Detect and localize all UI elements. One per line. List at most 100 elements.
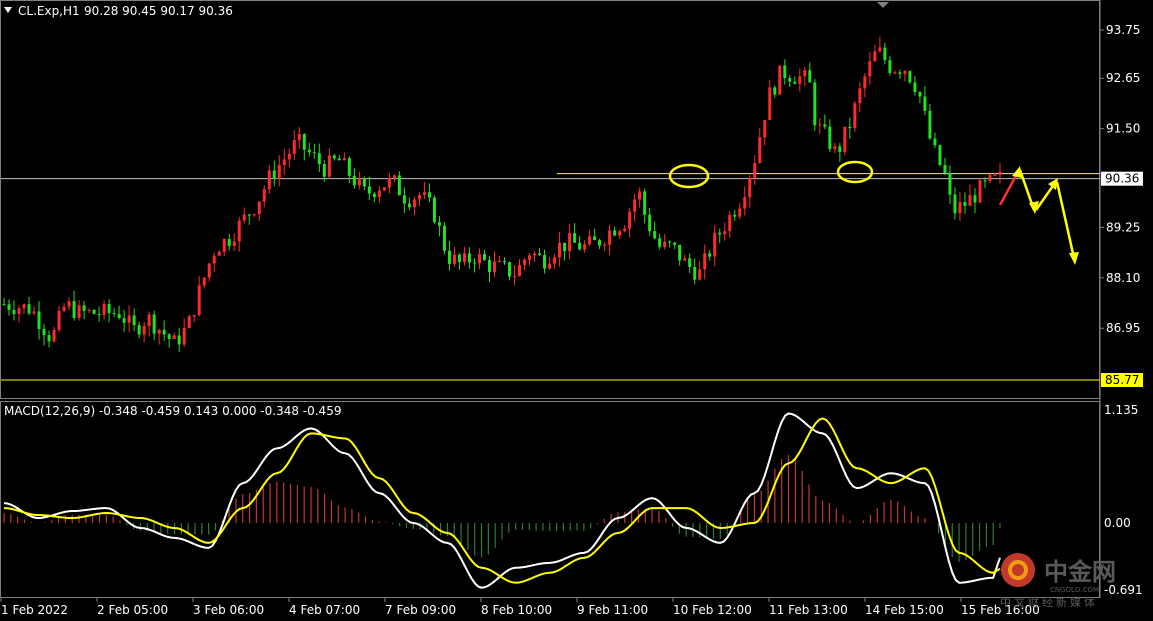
candle (693, 258, 697, 285)
candle (117, 305, 121, 320)
time-tick-label: 4 Feb 07:00 (289, 603, 360, 617)
candle (553, 253, 557, 269)
candle (973, 188, 977, 214)
candle (287, 148, 291, 168)
candle (833, 142, 837, 154)
current-price-tag: 90.36 (1101, 171, 1143, 186)
candle (848, 117, 852, 139)
candle (783, 59, 787, 85)
candle (237, 216, 241, 252)
candle (618, 229, 622, 240)
candle (417, 192, 421, 207)
candle (62, 303, 66, 313)
candle (357, 171, 361, 190)
candle (613, 226, 617, 237)
candle (788, 75, 792, 87)
candle (252, 213, 256, 218)
candle (623, 224, 627, 233)
candle (247, 213, 251, 225)
candle (988, 174, 992, 184)
candle (633, 193, 637, 222)
candle (227, 233, 231, 251)
candle (407, 197, 411, 211)
candle (122, 309, 126, 333)
candle (953, 187, 957, 220)
annotation-circle-1 (668, 163, 710, 189)
candle (87, 308, 91, 314)
candle (868, 52, 872, 85)
candle (397, 171, 401, 196)
time-tick-label: 2 Feb 05:00 (97, 603, 168, 617)
candle (718, 228, 722, 244)
candle (92, 308, 96, 315)
candle (563, 242, 567, 261)
candle (938, 144, 942, 167)
candle (447, 240, 451, 271)
candle (7, 299, 11, 316)
candle (963, 192, 967, 214)
candle (608, 224, 612, 255)
candle (472, 258, 476, 273)
time-tick-label: 14 Feb 15:00 (865, 603, 944, 617)
candle (177, 327, 181, 353)
candle (242, 207, 246, 224)
candle (137, 321, 141, 339)
candle (372, 191, 376, 203)
candle (768, 80, 772, 121)
candle (172, 332, 176, 340)
candle (763, 119, 767, 146)
candle (402, 187, 406, 213)
candle (422, 181, 426, 200)
price-tick-label: 89.25 (1106, 220, 1140, 234)
watermark: 中金网 CNGOLD.COM 中文财经新媒体 (1000, 553, 1116, 609)
candle (197, 276, 201, 317)
candle (42, 324, 46, 346)
time-tick-label: 3 Feb 06:00 (193, 603, 264, 617)
candle (588, 229, 592, 246)
candle (377, 186, 381, 203)
time-tick-label: 8 Feb 10:00 (481, 603, 552, 617)
candle (663, 233, 667, 250)
candle (703, 244, 707, 280)
candle (317, 143, 321, 173)
candle (492, 251, 496, 278)
price-tick-label: 91.50 (1106, 122, 1140, 136)
candle (47, 330, 51, 348)
candle (97, 306, 101, 322)
candle (793, 76, 797, 85)
time-tick-label: 7 Feb 09:00 (385, 603, 456, 617)
candle (523, 258, 527, 271)
symbol-dropdown-icon[interactable] (4, 7, 12, 13)
time-tick-label: 9 Feb 11:00 (577, 603, 648, 617)
candle (918, 91, 922, 104)
candle (497, 256, 501, 263)
candle (292, 130, 296, 160)
shift-marker-icon[interactable] (877, 2, 889, 8)
candle (738, 202, 742, 220)
candle (412, 196, 416, 216)
candle (327, 148, 331, 179)
candle (858, 82, 862, 113)
candle (758, 128, 762, 165)
candle (713, 225, 717, 267)
candle (207, 262, 211, 282)
candle (568, 223, 572, 260)
candle (998, 163, 1002, 184)
candle (482, 249, 486, 261)
candle (728, 211, 732, 239)
candle (282, 148, 286, 175)
candle (818, 117, 822, 134)
candle (307, 142, 311, 157)
candle (813, 78, 817, 131)
candle (382, 187, 386, 192)
candle (277, 155, 281, 187)
candle (928, 103, 932, 141)
time-tick-label: 10 Feb 12:00 (673, 603, 752, 617)
candle (688, 253, 692, 273)
candle (77, 300, 81, 321)
candle (182, 318, 186, 347)
support-price-tag: 85.77 (1101, 373, 1143, 387)
candle (302, 133, 306, 161)
candle (898, 69, 902, 80)
time-tick-label: 11 Feb 13:00 (769, 603, 848, 617)
